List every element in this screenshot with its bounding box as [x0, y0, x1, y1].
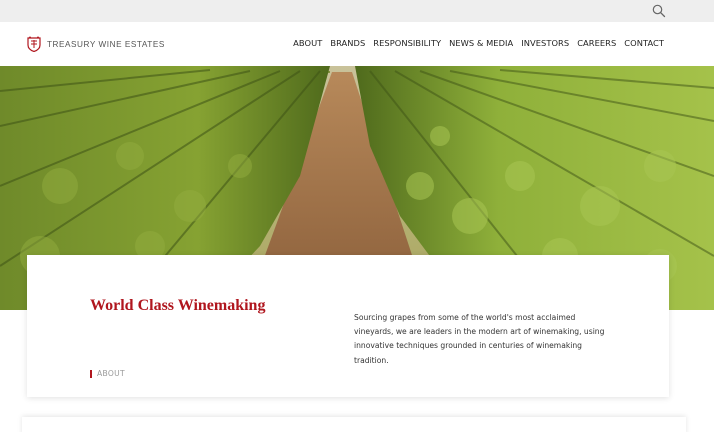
feature-title: World Class Winemaking [90, 297, 266, 314]
next-card-edge [22, 417, 686, 432]
nav-item-contact[interactable]: CONTACT [624, 38, 664, 48]
site-logo[interactable]: TREASURY WINE ESTATES [27, 35, 165, 53]
nav-item-investors[interactable]: INVESTORS [521, 38, 569, 48]
brand-name: TREASURY WINE ESTATES [47, 39, 165, 49]
feature-description: Sourcing grapes from some of the world's… [354, 313, 605, 365]
main-nav: ABOUT BRANDS RESPONSIBILITY NEWS & MEDIA… [293, 38, 664, 48]
site-header: TREASURY WINE ESTATES ABOUT BRANDS RESPO… [0, 22, 714, 66]
nav-item-careers[interactable]: CAREERS [577, 38, 616, 48]
feature-link-label: ABOUT [97, 369, 125, 378]
feature-about-link[interactable]: ABOUT [90, 369, 125, 378]
search-icon[interactable] [651, 3, 667, 19]
nav-item-brands[interactable]: BRANDS [330, 38, 365, 48]
nav-item-responsibility[interactable]: RESPONSIBILITY [373, 38, 441, 48]
crest-icon [27, 36, 41, 53]
nav-item-about[interactable]: ABOUT [293, 38, 322, 48]
link-accent-bar [90, 369, 92, 378]
feature-card: World Class Winemaking Sourcing grapes f… [27, 255, 669, 397]
utility-bar [0, 0, 714, 22]
nav-item-news-media[interactable]: NEWS & MEDIA [449, 38, 513, 48]
